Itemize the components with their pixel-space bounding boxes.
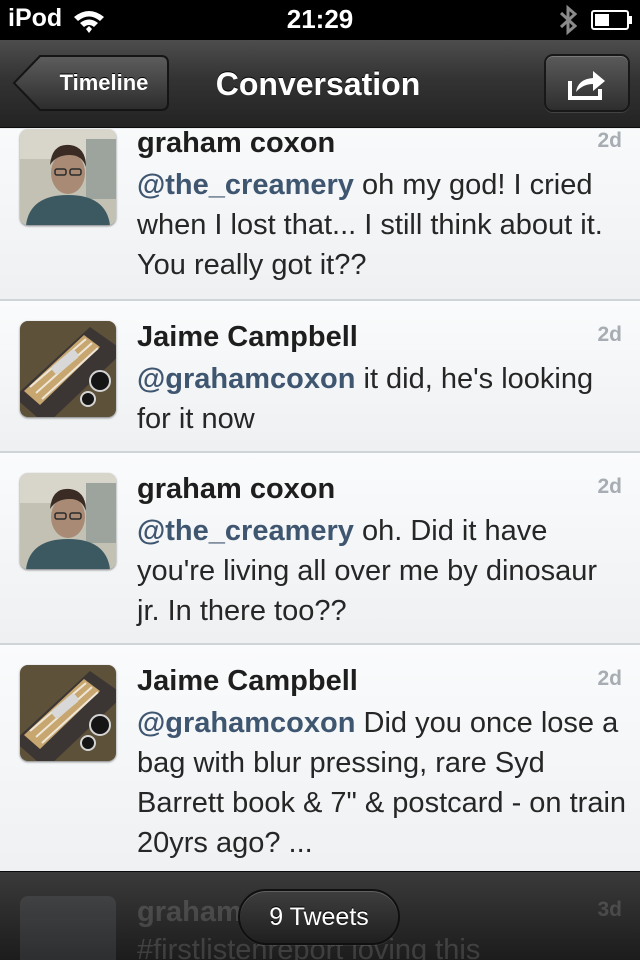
tweet-list[interactable]: graham coxon 2d @the_creamery oh my god!… — [0, 129, 640, 871]
page-title: Conversation — [215, 66, 421, 102]
tweet-row[interactable]: graham coxon 2d @the_creamery oh my god!… — [0, 129, 640, 301]
tweet-row[interactable]: Jaime Campbell 2d @grahamcoxon Did you o… — [0, 645, 640, 871]
share-button[interactable] — [544, 54, 630, 112]
avatar[interactable] — [20, 129, 116, 225]
mention-link[interactable]: @the_creamery — [137, 515, 354, 547]
tweet-text: @grahamcoxon Did you once lose a bag wit… — [137, 703, 627, 863]
tweet-row[interactable]: Jaime Campbell 2d @grahamcoxon it did, h… — [0, 301, 640, 453]
tweet-text: @the_creamery oh my god! I cried when I … — [137, 165, 627, 285]
tweet-time: 2d — [597, 323, 622, 346]
avatar[interactable] — [20, 473, 116, 569]
battery-icon — [591, 10, 632, 30]
tweet-time: 3d — [597, 898, 622, 921]
tweet-count-button[interactable]: 9 Tweets — [238, 889, 400, 945]
mention-link[interactable]: @grahamcoxon — [137, 363, 355, 395]
navigation-bar: Timeline Conversation — [0, 40, 640, 128]
battery-fill — [595, 14, 609, 26]
avatar[interactable] — [20, 321, 116, 417]
back-button[interactable]: Timeline — [12, 54, 170, 112]
tweet-author[interactable]: Jaime Campbell — [137, 665, 358, 698]
tweet-author: graham — [137, 896, 242, 928]
bluetooth-icon — [559, 4, 578, 36]
avatar[interactable] — [20, 665, 116, 761]
mention-link[interactable]: @grahamcoxon — [137, 707, 355, 739]
tweet-row[interactable]: graham coxon 2d @the_creamery oh. Did it… — [0, 453, 640, 645]
bottom-toolbar: graham 3d #firstlistenreport loving this… — [0, 871, 640, 960]
share-icon — [568, 71, 605, 100]
tweet-author[interactable]: Jaime Campbell — [137, 321, 358, 354]
tweet-time: 2d — [597, 475, 622, 498]
status-bar: iPod 21:29 — [0, 0, 640, 40]
avatar — [20, 896, 116, 960]
status-time: 21:29 — [286, 4, 354, 34]
tweet-text: @grahamcoxon it did, he's looking for it… — [137, 359, 627, 439]
tweet-time: 2d — [597, 129, 622, 152]
tweet-author[interactable]: graham coxon — [137, 473, 335, 506]
tweet-time: 2d — [597, 667, 622, 690]
tweet-text: @the_creamery oh. Did it have you're liv… — [137, 511, 627, 631]
back-button-label: Timeline — [59, 70, 149, 95]
mention-link[interactable]: @the_creamery — [137, 169, 354, 201]
tweet-author[interactable]: graham coxon — [137, 129, 335, 160]
